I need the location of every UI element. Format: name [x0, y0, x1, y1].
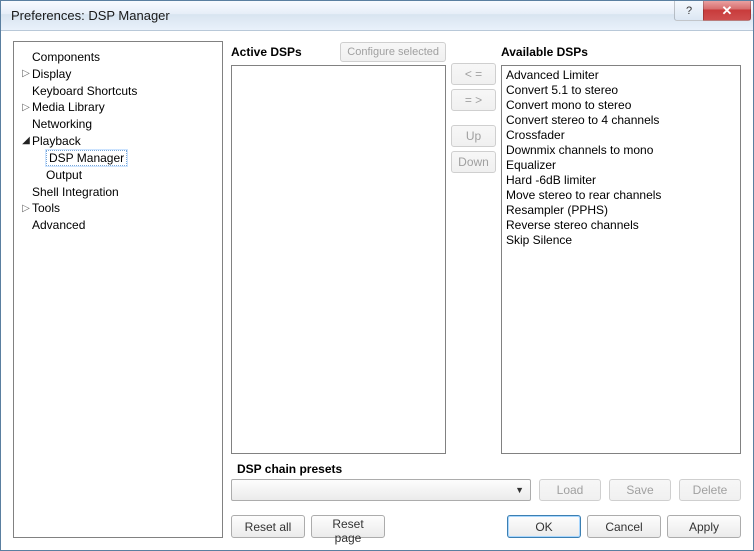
titlebar: Preferences: DSP Manager ? ✕	[1, 1, 753, 31]
preset-delete-button[interactable]: Delete	[679, 479, 741, 501]
tree-item[interactable]: ▷Display	[16, 65, 220, 82]
active-dsps-list[interactable]	[231, 65, 446, 454]
available-dsps-label: Available DSPs	[501, 45, 588, 59]
presets-row: ▼ Load Save Delete	[231, 479, 741, 501]
list-item[interactable]: Equalizer	[506, 158, 736, 173]
tree-item-label: Keyboard Shortcuts	[32, 83, 137, 97]
list-item[interactable]: Convert stereo to 4 channels	[506, 113, 736, 128]
list-item[interactable]: Downmix channels to mono	[506, 143, 736, 158]
tree-item[interactable]: Advanced	[16, 216, 220, 233]
content: Components▷DisplayKeyboard Shortcuts▷Med…	[1, 31, 753, 550]
window-title: Preferences: DSP Manager	[11, 8, 170, 23]
tree-item-label: Media Library	[32, 100, 105, 114]
available-dsps-panel: Available DSPs Advanced LimiterConvert 5…	[501, 41, 741, 454]
move-left-button[interactable]: < =	[451, 63, 496, 85]
move-buttons: < = = > Up Down	[446, 41, 501, 454]
cancel-button[interactable]: Cancel	[587, 515, 661, 538]
tree-item-label: Networking	[32, 117, 92, 131]
chevron-down-icon: ▼	[515, 485, 524, 495]
dialog-buttons: Reset all Reset page OK Cancel Apply	[231, 515, 741, 538]
tree-item-label: Playback	[32, 134, 81, 148]
list-item[interactable]: Crossfader	[506, 128, 736, 143]
tree-item[interactable]: ◢Playback	[16, 132, 220, 149]
tree-item[interactable]: Components	[16, 48, 220, 65]
active-dsps-label: Active DSPs	[231, 45, 302, 59]
ok-button[interactable]: OK	[507, 515, 581, 538]
move-up-button[interactable]: Up	[451, 125, 496, 147]
list-item[interactable]: Convert 5.1 to stereo	[506, 83, 736, 98]
close-button[interactable]: ✕	[703, 1, 751, 21]
triangle-right-icon[interactable]: ▷	[20, 68, 32, 79]
list-item[interactable]: Skip Silence	[506, 233, 736, 248]
tree-item[interactable]: Keyboard Shortcuts	[16, 82, 220, 99]
tree-item[interactable]: Output	[42, 166, 220, 183]
list-item[interactable]: Move stereo to rear channels	[506, 188, 736, 203]
reset-page-button[interactable]: Reset page	[311, 515, 385, 538]
list-item[interactable]: Reverse stereo channels	[506, 218, 736, 233]
tree-item[interactable]: ▷Tools	[16, 199, 220, 216]
tree-item-label: Shell Integration	[32, 184, 119, 198]
configure-selected-button[interactable]: Configure selected	[340, 42, 446, 62]
tree-item-label: Output	[46, 168, 82, 182]
tree-item[interactable]: Networking	[16, 115, 220, 132]
preset-save-button[interactable]: Save	[609, 479, 671, 501]
presets-header: DSP chain presets	[231, 462, 741, 476]
tree-item[interactable]: DSP Manager	[42, 149, 220, 166]
preset-load-button[interactable]: Load	[539, 479, 601, 501]
reset-all-button[interactable]: Reset all	[231, 515, 305, 538]
triangle-right-icon[interactable]: ▷	[20, 102, 32, 113]
list-item[interactable]: Convert mono to stereo	[506, 98, 736, 113]
tree-item-label: Advanced	[32, 218, 85, 232]
tree-item-label: Display	[32, 67, 71, 81]
move-down-button[interactable]: Down	[451, 151, 496, 173]
apply-button[interactable]: Apply	[667, 515, 741, 538]
preferences-tree[interactable]: Components▷DisplayKeyboard Shortcuts▷Med…	[13, 41, 223, 538]
dsp-panels: Active DSPs Configure selected < = = > U…	[231, 41, 741, 454]
available-dsps-list[interactable]: Advanced LimiterConvert 5.1 to stereoCon…	[501, 65, 741, 454]
tree-item[interactable]: Shell Integration	[16, 183, 220, 200]
list-item[interactable]: Resampler (PPHS)	[506, 203, 736, 218]
presets-dropdown[interactable]: ▼	[231, 479, 531, 501]
main-panel: Active DSPs Configure selected < = = > U…	[231, 41, 741, 538]
active-dsps-header-row: Active DSPs Configure selected	[231, 41, 446, 63]
presets-section: DSP chain presets ▼ Load Save Delete	[231, 462, 741, 501]
tree-item-label: DSP Manager	[46, 150, 127, 166]
move-right-button[interactable]: = >	[451, 89, 496, 111]
active-dsps-panel: Active DSPs Configure selected	[231, 41, 446, 454]
triangle-right-icon[interactable]: ▷	[20, 203, 32, 214]
list-item[interactable]: Advanced Limiter	[506, 68, 736, 83]
triangle-down-icon[interactable]: ◢	[20, 135, 32, 146]
list-item[interactable]: Hard -6dB limiter	[506, 173, 736, 188]
tree-item-label: Components	[32, 50, 100, 64]
help-button[interactable]: ?	[674, 1, 704, 21]
tree-item-label: Tools	[32, 201, 60, 215]
tree-item[interactable]: ▷Media Library	[16, 98, 220, 115]
available-dsps-header-row: Available DSPs	[501, 41, 741, 63]
titlebar-buttons: ? ✕	[675, 1, 751, 21]
